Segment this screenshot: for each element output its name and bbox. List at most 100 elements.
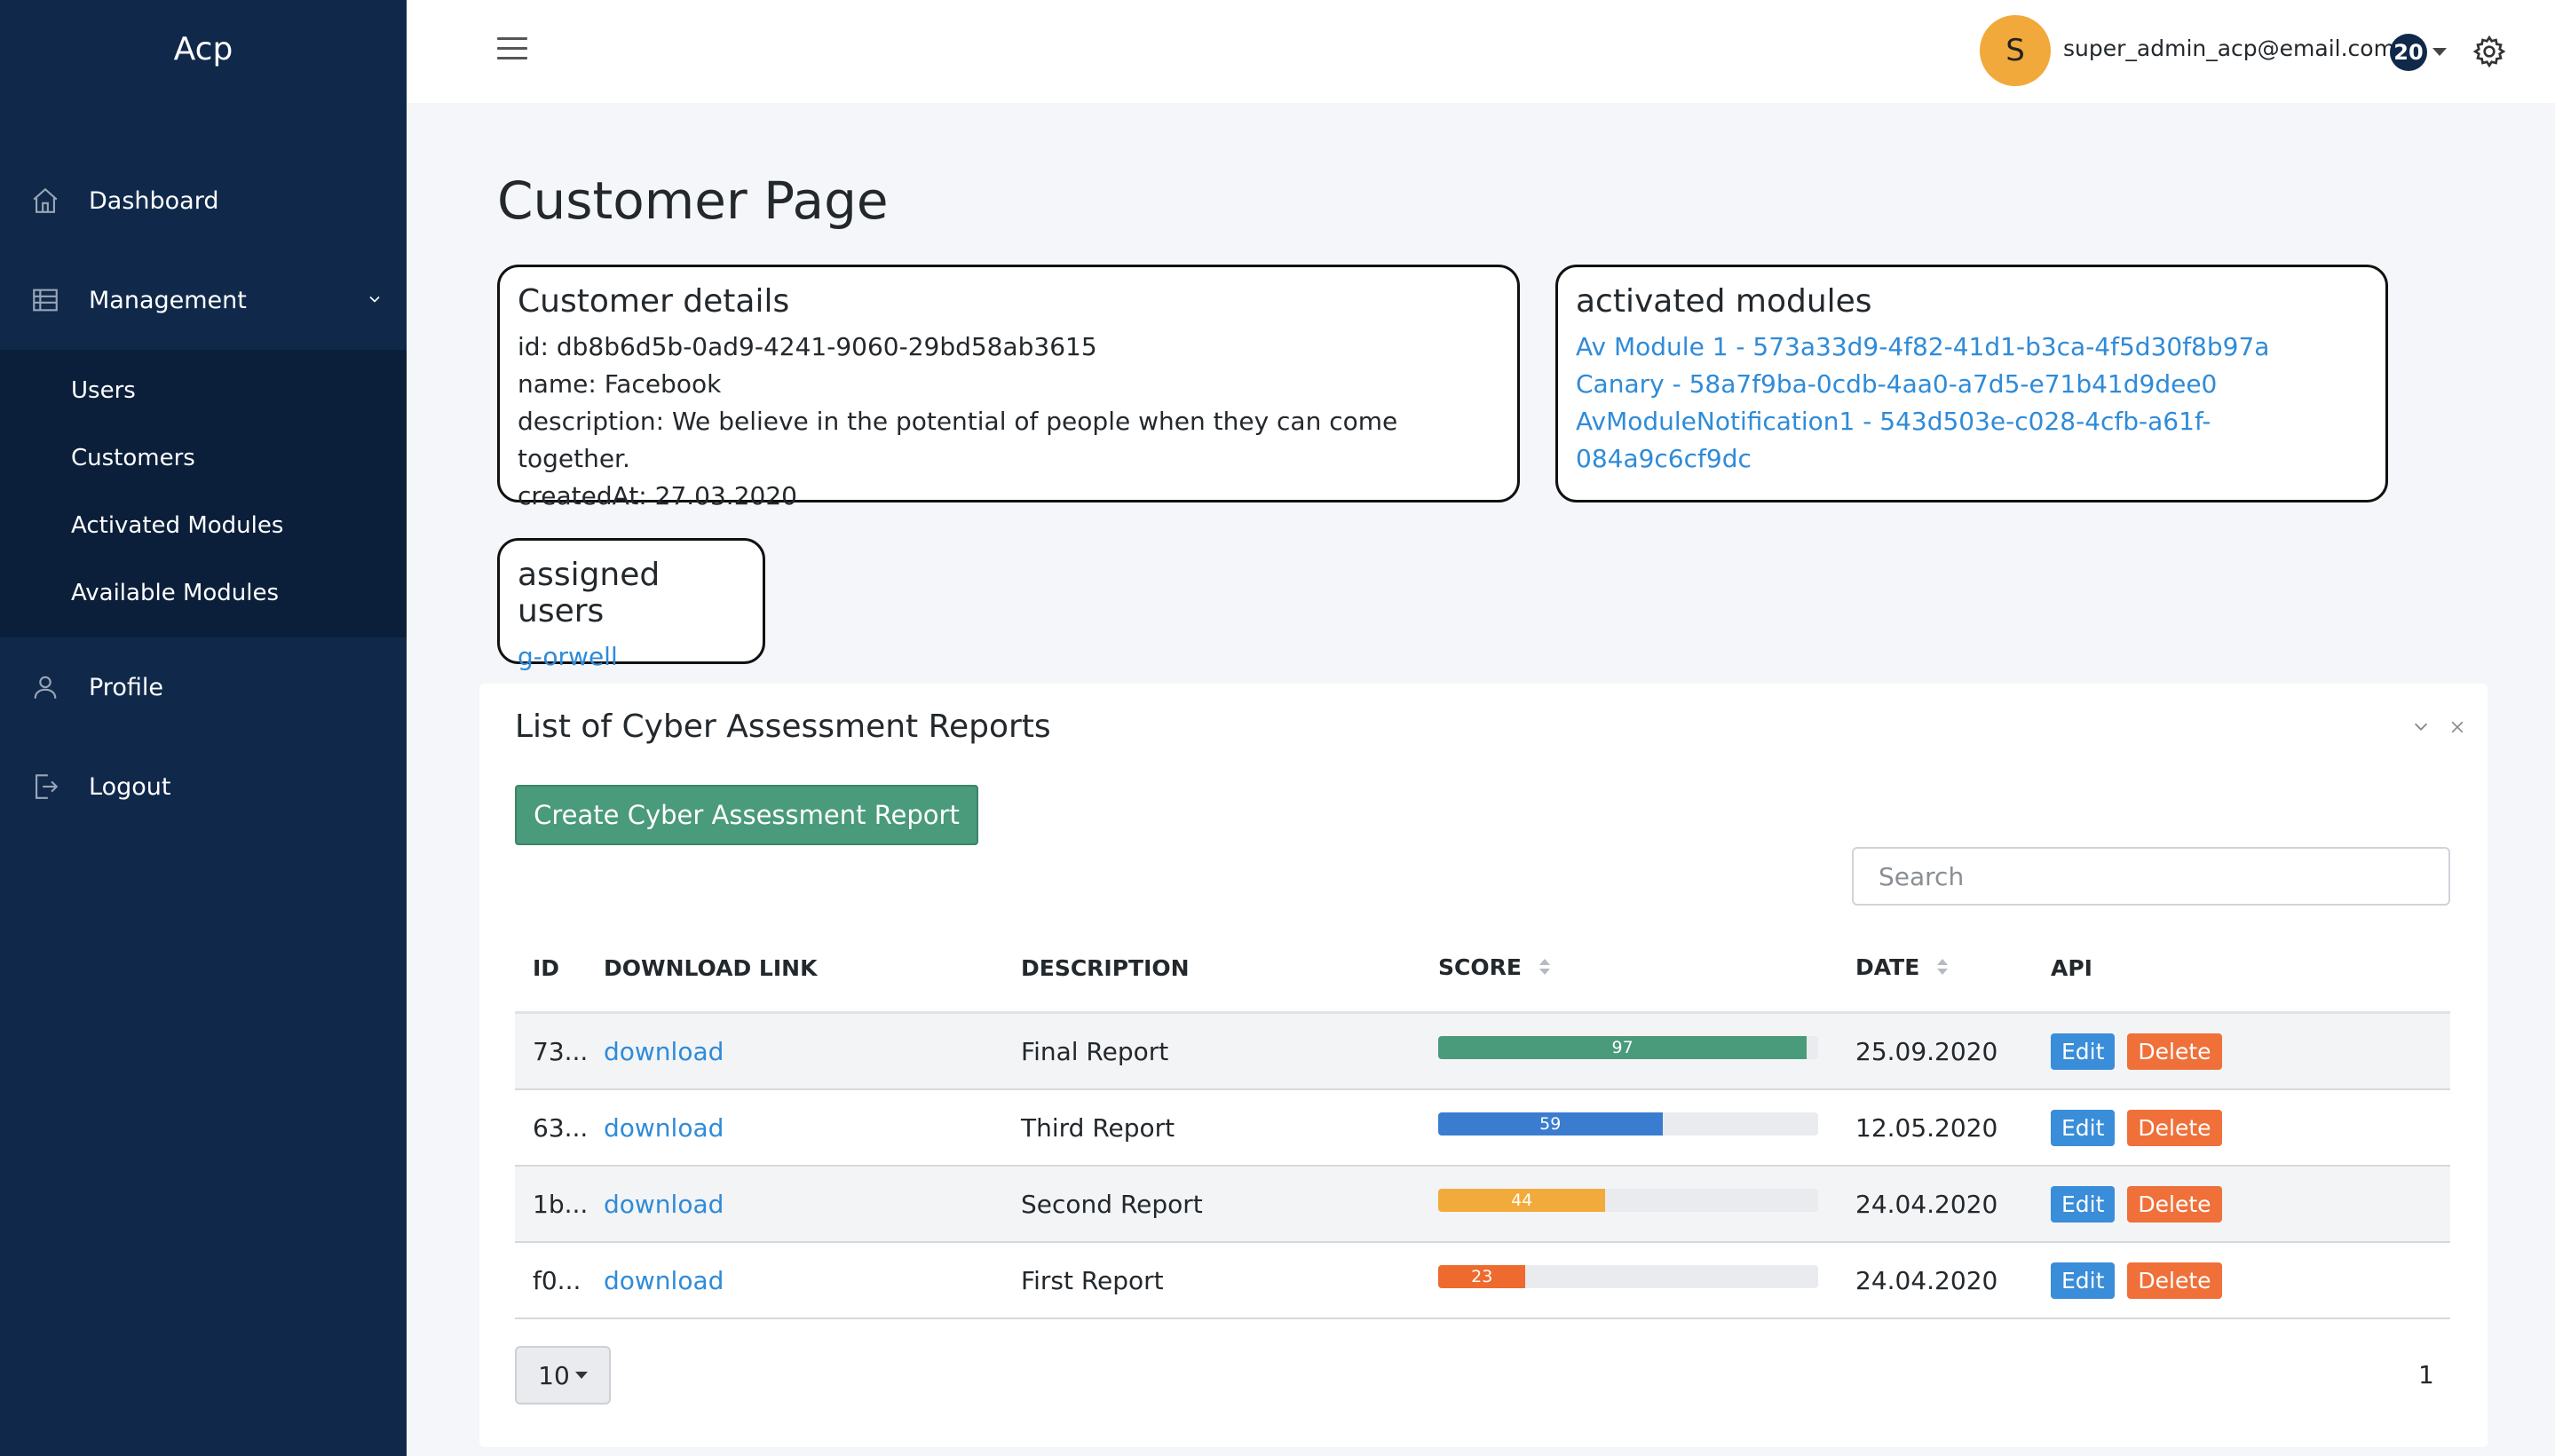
column-header-label: DATE (1855, 954, 1920, 981)
table-row: f0... download First Report 23 24.04.2020 Edi… (515, 1243, 2450, 1319)
sidebar-item-profile[interactable]: Profile (0, 637, 407, 737)
score-bar-fill: 44 (1438, 1189, 1606, 1212)
cell-description: Second Report (1021, 1189, 1203, 1219)
cell-download: download (604, 1037, 1021, 1066)
page-title: Customer Page (497, 170, 889, 231)
cell-date: 12.05.2020 (1855, 1112, 1998, 1143)
download-link[interactable]: download (604, 1266, 724, 1295)
sidebar-item-label: Dashboard (89, 186, 219, 215)
user-menu-caret-icon[interactable] (2432, 48, 2447, 56)
cell-date: 25.09.2020 (1855, 1036, 1998, 1066)
score-bar: 59 (1438, 1112, 1818, 1136)
customer-id: id: db8b6d5b-0ad9-4241-9060-29bd58ab3615 (518, 332, 1097, 361)
sort-icon[interactable] (1539, 956, 1551, 982)
delete-button[interactable]: Delete (2127, 1262, 2222, 1299)
card-title: Customer details (518, 283, 790, 320)
delete-button[interactable]: Delete (2127, 1185, 2222, 1223)
sidebar-item-management[interactable]: Management (0, 250, 407, 350)
table-header: ID DOWNLOAD LINK DESCRIPTION SCORE DATE … (515, 925, 2450, 1014)
cell-api: Edit Delete (2033, 1109, 2450, 1146)
sidebar-item-label: Logout (89, 772, 171, 801)
pagination-page[interactable]: 1 (2418, 1360, 2434, 1389)
cell-description: First Report (1021, 1265, 1164, 1295)
notification-badge[interactable]: 20 (2390, 34, 2427, 71)
cell-id: f0... (533, 1265, 581, 1295)
cell-id: 1b... (533, 1189, 589, 1219)
customer-description: description: We believe in the potential… (518, 407, 1398, 473)
cell-download: download (604, 1190, 1021, 1219)
close-icon[interactable] (2448, 716, 2466, 742)
edit-button[interactable]: Edit (2051, 1185, 2116, 1223)
download-link[interactable]: download (604, 1113, 724, 1143)
sidebar-item-logout[interactable]: Logout (0, 737, 407, 836)
table-row: 63... download Third Report 59 12.05.2020 Edi… (515, 1090, 2450, 1167)
logout-icon (28, 770, 62, 803)
sort-icon[interactable] (1936, 956, 1949, 982)
customer-name: name: Facebook (518, 369, 722, 399)
cell-api: Edit Delete (2033, 1033, 2450, 1070)
column-header-download: DOWNLOAD LINK (604, 955, 818, 981)
sidebar-item-label: Profile (89, 673, 163, 701)
sidebar-item-label: Management (89, 286, 247, 314)
customer-details-card: Customer details id: db8b6d5b-0ad9-4241-… (497, 265, 1520, 510)
score-bar: 23 (1438, 1265, 1818, 1288)
cell-score: 23 (1438, 1265, 1855, 1288)
module-link[interactable]: Canary - 58a7f9ba-0cdb-4aa0-a7d5-e71b41d… (1576, 366, 2368, 403)
user-email[interactable]: super_admin_acp@email.com (2063, 36, 2395, 61)
score-bar-fill: 59 (1438, 1112, 1663, 1136)
collapse-chevron-icon[interactable] (2411, 716, 2431, 742)
cell-id: 63... (533, 1112, 589, 1143)
avatar[interactable]: S (1980, 15, 2051, 86)
search-input[interactable] (1852, 847, 2450, 906)
page-size-select[interactable]: 10 (515, 1346, 611, 1405)
assigned-user-link[interactable]: g-orwell (518, 638, 745, 676)
sidebar-item-customers[interactable]: Customers (0, 424, 407, 492)
customer-created-at: createdAt: 27.03.2020 (518, 481, 797, 510)
reports-panel: List of Cyber Assessment Reports Create … (479, 684, 2488, 1447)
score-bar: 97 (1438, 1036, 1818, 1059)
create-report-button[interactable]: Create Cyber Assessment Report (515, 785, 978, 845)
user-icon (28, 670, 62, 704)
gear-icon[interactable] (2472, 34, 2507, 69)
cell-score: 44 (1438, 1189, 1855, 1212)
delete-button[interactable]: Delete (2127, 1109, 2222, 1146)
sidebar-item-activated-modules[interactable]: Activated Modules (0, 492, 407, 559)
panel-title: List of Cyber Assessment Reports (515, 708, 1051, 745)
score-bar-fill: 97 (1438, 1036, 1807, 1059)
page-size-value: 10 (538, 1360, 570, 1390)
module-link[interactable]: AvModuleNotification1 - 543d503e-c028-4c… (1576, 403, 2368, 478)
sidebar-item-available-modules[interactable]: Available Modules (0, 559, 407, 627)
delete-button[interactable]: Delete (2127, 1033, 2222, 1070)
menu-toggle-icon[interactable] (497, 37, 527, 64)
top-header: S super_admin_acp@email.com 20 (407, 0, 2555, 103)
module-link[interactable]: Av Module 1 - 573a33d9-4f82-41d1-b3ca-4f… (1576, 328, 2368, 366)
card-title: activated modules (1576, 283, 1872, 320)
cell-date: 24.04.2020 (1855, 1189, 1998, 1219)
column-header-api: API (2051, 955, 2092, 981)
brand-logo[interactable]: Acp (0, 0, 407, 98)
edit-button[interactable]: Edit (2051, 1033, 2116, 1070)
table-icon (28, 283, 62, 317)
assigned-users-card: assigned users g-orwell (497, 538, 765, 671)
cell-score: 97 (1438, 1036, 1855, 1059)
edit-button[interactable]: Edit (2051, 1109, 2116, 1146)
edit-button[interactable]: Edit (2051, 1262, 2116, 1299)
management-submenu: Users Customers Activated Modules Availa… (0, 350, 407, 637)
column-header-label: SCORE (1438, 954, 1522, 981)
sidebar-item-dashboard[interactable]: Dashboard (0, 151, 407, 250)
column-header-id: ID (533, 955, 560, 981)
download-link[interactable]: download (604, 1190, 724, 1219)
chevron-down-icon (366, 287, 384, 314)
cell-description: Third Report (1021, 1112, 1175, 1143)
sidebar-item-users[interactable]: Users (0, 357, 407, 424)
card-title: assigned users (518, 557, 661, 629)
download-link[interactable]: download (604, 1037, 724, 1066)
score-bar-fill: 23 (1438, 1265, 1526, 1288)
table-row: 1b... download Second Report 44 24.04.2020 Ed… (515, 1167, 2450, 1243)
cell-id: 73... (533, 1036, 589, 1066)
column-header-description: DESCRIPTION (1021, 955, 1190, 981)
column-header-date[interactable]: DATE (1855, 954, 2033, 982)
column-header-score[interactable]: SCORE (1438, 954, 1855, 982)
table-row: 73... download Final Report 97 25.09.2020 Edi… (515, 1014, 2450, 1090)
score-bar: 44 (1438, 1189, 1818, 1212)
